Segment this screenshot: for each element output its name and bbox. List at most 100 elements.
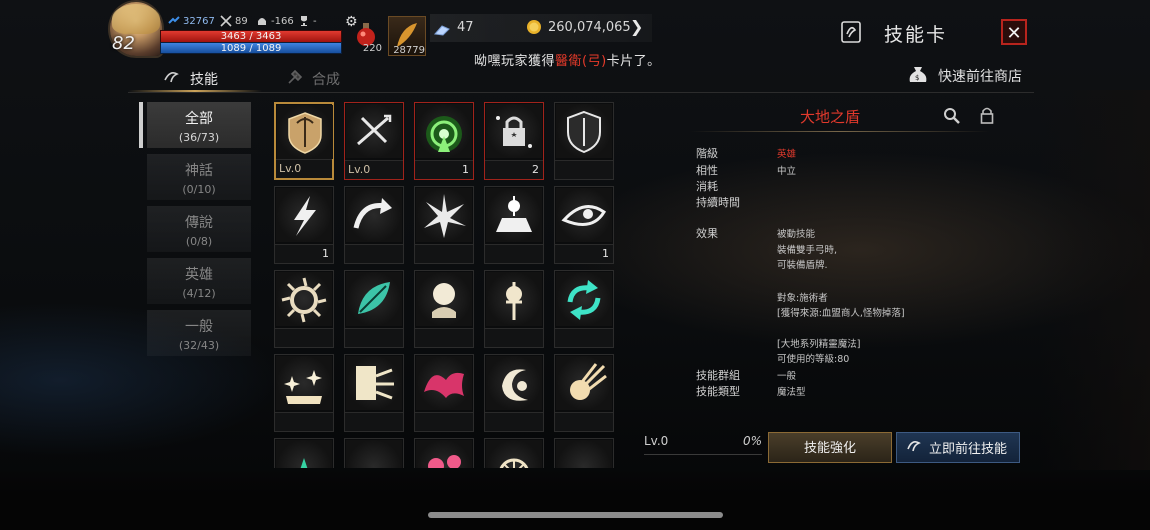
burst-icon: [416, 188, 472, 242]
skill-card[interactable]: [484, 438, 544, 468]
effect-line: [獲得來源:血盟商人,怪物掉落]: [777, 308, 905, 319]
crystal-icon: [434, 21, 450, 40]
effect-line: 對象:施術者: [777, 293, 828, 304]
category-count: (36/73): [178, 131, 220, 144]
shop-link[interactable]: $ 快速前往商店: [906, 63, 1022, 89]
eye-icon: [556, 188, 612, 242]
skill-card[interactable]: [554, 270, 614, 348]
defense-value: -166: [271, 15, 294, 27]
skill-card-footer: 2: [485, 160, 543, 179]
sparkle-crown-icon: [276, 356, 332, 410]
detail-label: 持續時間: [696, 196, 740, 209]
wheel-icon: [486, 440, 542, 468]
skill-card[interactable]: [414, 438, 474, 468]
item-slot-count: 28779: [393, 45, 425, 56]
potion-slot[interactable]: 220: [350, 17, 382, 54]
search-icon[interactable]: [943, 107, 961, 125]
helmet-icon: [256, 15, 268, 27]
skill-card[interactable]: [484, 186, 544, 264]
category-normal[interactable]: 一般 (32/43): [147, 310, 251, 356]
spiky-sun-icon: [276, 272, 332, 326]
orb-pedestal-icon: [416, 272, 472, 326]
close-button[interactable]: ✕: [1001, 19, 1027, 45]
skill-card[interactable]: [554, 438, 614, 468]
skill-card-grid: Lv.0 Lv.0 1 2 1 1: [274, 102, 619, 468]
detail-label: 階級: [696, 147, 718, 160]
bow-shield-icon: [277, 105, 333, 159]
skill-card-footer: [275, 328, 333, 347]
skill-card[interactable]: [414, 270, 474, 348]
skill-card[interactable]: [484, 270, 544, 348]
category-all[interactable]: 全部 (36/73): [147, 102, 251, 148]
category-count: (0/8): [185, 235, 213, 248]
type-label: 技能類型: [696, 385, 740, 398]
skill-card[interactable]: [274, 354, 334, 432]
skill-card[interactable]: [484, 354, 544, 432]
trophy-stat: -: [298, 15, 317, 27]
hp-text: 3463 / 3463: [220, 31, 282, 42]
skill-card[interactable]: 1: [554, 186, 614, 264]
refresh-icon: [556, 272, 612, 326]
category-mythic[interactable]: 神話 (0/10): [147, 154, 251, 200]
skill-card[interactable]: Lv.0: [274, 102, 334, 180]
green-burst-icon: [276, 440, 332, 468]
group-label: 技能群組: [696, 369, 740, 382]
defense-stat: -166: [256, 15, 294, 27]
category-hero[interactable]: 英雄 (4/12): [147, 258, 251, 304]
skill-card-count: 1: [602, 247, 609, 260]
skill-card[interactable]: 1: [414, 102, 474, 180]
skill-card-footer: [555, 160, 613, 179]
gold-count: 260,074,065: [548, 20, 631, 35]
crossed-swords-icon: [220, 15, 232, 27]
effect-line: 可裝備盾牌.: [777, 260, 828, 271]
skill-card[interactable]: 1: [274, 186, 334, 264]
pink-flower-icon: [416, 440, 472, 468]
goto-skill-label: 立即前往技能: [929, 442, 1008, 457]
window-title: 技能卡: [884, 24, 948, 46]
item-slot[interactable]: 28779: [388, 16, 426, 56]
level-progress-line: [644, 454, 762, 455]
skill-card[interactable]: [554, 354, 614, 432]
goto-skill-button[interactable]: 立即前往技能: [896, 432, 1020, 463]
chevron-right-icon[interactable]: ❯: [630, 18, 643, 36]
enhance-skill-button[interactable]: 技能強化: [768, 432, 892, 463]
skill-card[interactable]: [274, 438, 334, 468]
skill-card[interactable]: 2: [484, 102, 544, 180]
hammer-icon: [286, 68, 304, 90]
skill-card[interactable]: [414, 186, 474, 264]
detail-value: 英雄: [777, 149, 797, 160]
skill-card-footer: [555, 412, 613, 431]
shop-link-label: 快速前往商店: [938, 69, 1022, 85]
shield-icon: [556, 104, 612, 158]
lock-icon[interactable]: [979, 106, 995, 124]
background-fade: [1040, 90, 1150, 470]
category-title: 傳說: [185, 215, 213, 231]
skill-card-count: 2: [532, 163, 539, 176]
bottom-shade: [0, 470, 1150, 530]
category-legend[interactable]: 傳說 (0/8): [147, 206, 251, 252]
altar-light-icon: [486, 188, 542, 242]
skill-card[interactable]: [414, 354, 474, 432]
skill-card-footer: Lv.0: [276, 159, 332, 178]
home-indicator[interactable]: [428, 512, 723, 518]
skill-card-footer: [555, 328, 613, 347]
swirl-icon: [162, 68, 182, 90]
skill-level: Lv.0: [644, 434, 669, 448]
category-count: (32/43): [178, 339, 220, 352]
skill-card[interactable]: [344, 354, 404, 432]
tab-skills[interactable]: 技能: [162, 68, 218, 90]
skill-card-footer: 1: [415, 160, 473, 179]
category-count: (4/12): [182, 287, 216, 300]
skill-card-count: 1: [462, 163, 469, 176]
skill-card[interactable]: [554, 102, 614, 180]
card-break-icon: [346, 356, 402, 410]
skill-card[interactable]: [274, 270, 334, 348]
category-title: 全部: [185, 111, 213, 127]
skill-card[interactable]: [344, 270, 404, 348]
crescent-icon: [486, 356, 542, 410]
skill-card[interactable]: [344, 186, 404, 264]
skill-card[interactable]: [344, 438, 404, 468]
tab-synthesis[interactable]: 合成: [286, 68, 340, 90]
effect-line: 可使用的等級:80: [777, 354, 850, 365]
skill-card[interactable]: Lv.0: [344, 102, 404, 180]
